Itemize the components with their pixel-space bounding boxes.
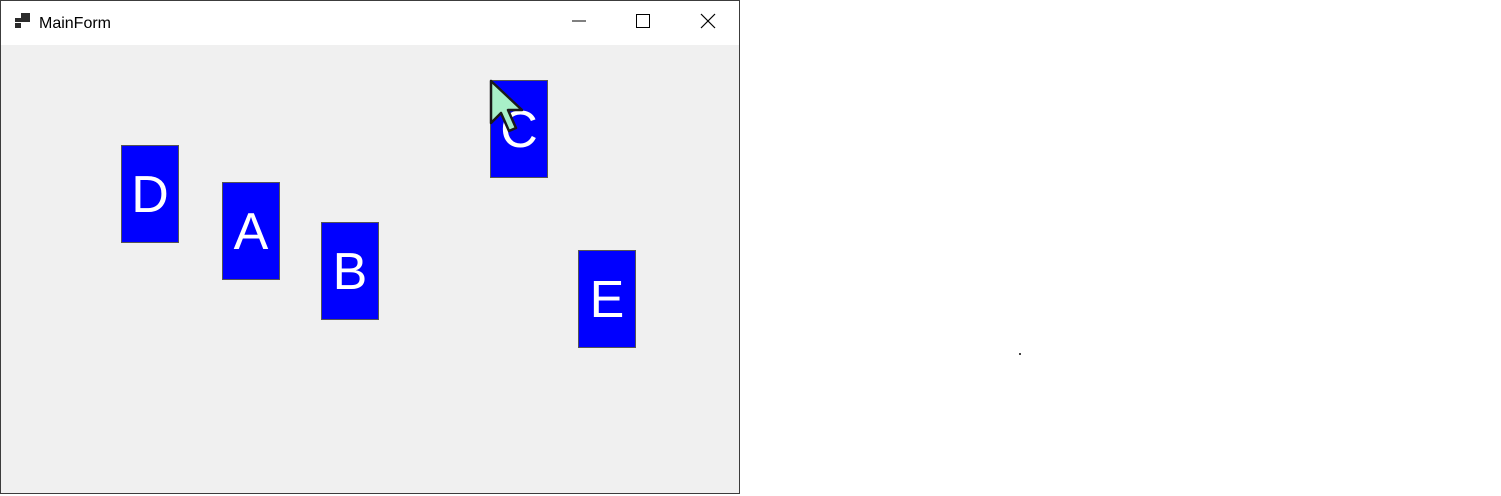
title-bar[interactable]: MainForm	[1, 1, 739, 45]
stray-dot	[1019, 353, 1021, 355]
card-b[interactable]: B	[321, 222, 379, 320]
card-e[interactable]: E	[578, 250, 636, 348]
window-title: MainForm	[39, 15, 112, 32]
close-icon	[700, 13, 716, 34]
main-window: MainForm D A B C E	[0, 0, 740, 494]
card-c[interactable]: C	[490, 80, 548, 178]
form-client-area: D A B C E	[1, 45, 739, 493]
card-d[interactable]: D	[121, 145, 179, 243]
maximize-icon	[636, 13, 650, 33]
maximize-button[interactable]	[611, 1, 675, 45]
minimize-button[interactable]	[547, 1, 611, 45]
card-a[interactable]: A	[222, 182, 280, 280]
minimize-icon	[572, 14, 586, 33]
close-button[interactable]	[676, 1, 740, 45]
app-window-icon	[15, 13, 31, 29]
